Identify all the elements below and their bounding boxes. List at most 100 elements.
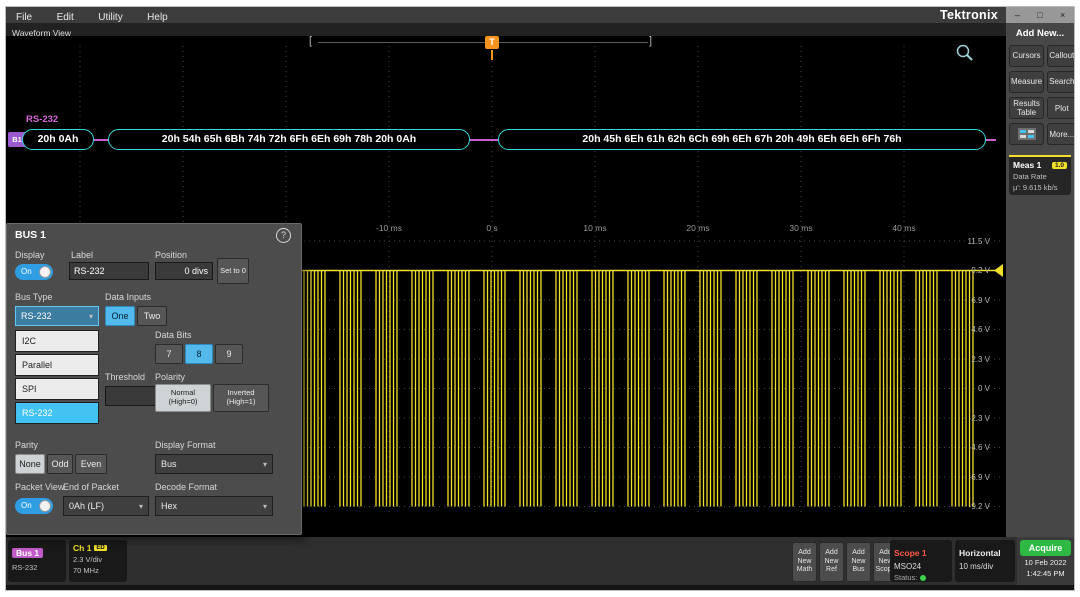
expansion-bracket-left[interactable]: [ [309,36,312,47]
parity-label: Parity [15,440,38,450]
ch1-scale: 2.3 V/div [73,555,123,564]
add-measure-button[interactable]: Measure [1009,71,1044,93]
time-label: 0 s [470,223,514,233]
expansion-line [318,42,648,43]
add-new-ref-button[interactable]: Add New Ref [819,542,844,582]
parity-odd-button[interactable]: Odd [47,454,73,474]
voltage-label: 6.9 V [944,296,990,305]
data-inputs-label: Data Inputs [105,292,151,302]
scope1-panel[interactable]: Scope 1 MSO24 Status: [890,540,952,582]
add-callout-button[interactable]: Callout [1047,45,1075,67]
voltage-label: -9.2 V [944,502,990,511]
acquire-column: Acquire 10 Feb 2022 1:42:45 PM [1017,537,1074,585]
help-icon[interactable]: ? [276,228,291,243]
add-plot-button[interactable]: Plot [1047,97,1075,119]
add-cursors-button[interactable]: Cursors [1009,45,1044,67]
position-input[interactable]: 0 divs [155,262,213,280]
decoded-packet[interactable]: 20h 45h 6Eh 61h 62h 6Ch 69h 6Eh 67h 20h … [498,129,986,150]
status-label: Status: [894,573,917,582]
bus-decode-label: RS-232 [26,114,58,125]
more-button[interactable]: More... [1047,123,1075,145]
voltage-label: 9.2 V [944,266,990,275]
bus-type-option-rs232[interactable]: RS-232 [15,402,99,424]
bus-type-dropdown[interactable]: RS-232 ▾ [15,306,99,326]
decode-format-label: Decode Format [155,482,217,492]
close-icon[interactable]: × [1060,10,1065,20]
measurement-title: Meas 1 [1013,160,1041,170]
trigger-position-icon[interactable]: T [485,36,499,49]
bottom-edge-strip [6,585,1074,590]
position-label: Position [155,250,187,260]
scope1-title: Scope 1 [894,548,927,558]
add-search-button[interactable]: Search [1047,71,1075,93]
ch1-badge[interactable]: Ch 1 ED 2.3 V/div 70 MHz [69,540,127,582]
measurement-badge[interactable]: Meas 1 1.0 Data Rate µ': 9.615 kb/s [1009,155,1071,195]
time-label-clock: 1:42:45 PM [1020,569,1071,578]
bus-type-option-parallel[interactable]: Parallel [15,354,99,376]
data-bits-9-button[interactable]: 9 [215,344,243,364]
data-bits-7-button[interactable]: 7 [155,344,183,364]
decode-format-dropdown[interactable]: Hex ▾ [155,496,273,516]
acquire-button[interactable]: Acquire [1020,540,1071,556]
end-of-packet-dropdown[interactable]: 0Ah (LF) ▾ [63,496,149,516]
horizontal-panel[interactable]: Horizontal 10 ms/div [955,540,1015,582]
polarity-inverted-button[interactable]: Inverted (High=1) [213,384,269,412]
status-ok-icon [920,575,926,581]
time-label: -10 ms [367,223,411,233]
menu-bar: File Edit Utility Help Tektronix – □ × [6,7,1074,23]
chevron-down-icon: ▾ [89,312,93,321]
horizontal-title: Horizontal [959,548,1001,558]
mask-grid-icon [1018,128,1036,140]
decoded-packet[interactable]: 20h 54h 65h 6Bh 74h 72h 6Fh 6Eh 69h 78h … [108,129,470,150]
ch1-badge-title: Ch 1 [73,543,91,553]
bus-config-dialog: BUS 1 ? Display On Label RS-232 Position… [6,223,302,535]
parity-even-button[interactable]: Even [75,454,107,474]
bus-type-option-i2c[interactable]: I2C [15,330,99,352]
toggle-knob-icon [39,266,51,278]
polarity-label: Polarity [155,372,185,382]
magnifier-icon[interactable] [956,44,974,62]
data-bits-8-button[interactable]: 8 [185,344,213,364]
display-format-label: Display Format [155,440,216,450]
voltage-label: -2.3 V [944,414,990,423]
add-new-math-button[interactable]: Add New Math [792,542,817,582]
time-label: 30 ms [779,223,823,233]
add-new-group: Add New Math Add New Ref Add New Bus Add… [792,542,898,582]
date-label: 10 Feb 2022 [1020,558,1071,567]
expansion-bracket-right[interactable]: ] [649,36,652,47]
parity-none-button[interactable]: None [15,454,45,474]
bus-type-label: Bus Type [15,292,52,302]
sidebar-title: Add New... [1009,28,1071,39]
packet-view-label: Packet View [15,482,64,492]
maximize-icon[interactable]: □ [1037,10,1042,20]
add-mask-button[interactable] [1009,123,1044,145]
toggle-knob-icon [39,500,51,512]
decoded-packet[interactable]: 20h 0Ah [22,129,94,150]
display-toggle[interactable]: On [15,264,53,280]
chevron-down-icon: ▾ [139,502,143,511]
display-label: Display [15,250,45,260]
measurement-name: Data Rate [1013,172,1067,181]
data-inputs-one-button[interactable]: One [105,306,135,326]
time-label: 10 ms [573,223,617,233]
add-new-bus-button[interactable]: Add New Bus [846,542,871,582]
end-of-packet-label: End of Packet [63,482,119,492]
voltage-label: 2.3 V [944,355,990,364]
voltage-label: -4.6 V [944,443,990,452]
voltage-label: 4.6 V [944,325,990,334]
add-results-table-button[interactable]: Results Table [1009,97,1044,119]
bus1-badge[interactable]: Bus 1 RS-232 [8,540,66,582]
set-to-zero-button[interactable]: Set to 0 [217,258,249,284]
bus-type-option-spi[interactable]: SPI [15,378,99,400]
polarity-normal-button[interactable]: Normal (High=0) [155,384,211,412]
display-format-dropdown[interactable]: Bus ▾ [155,454,273,474]
scope1-model: MSO24 [894,562,948,571]
window-controls: – □ × [1006,7,1074,23]
data-inputs-two-button[interactable]: Two [137,306,167,326]
decode-format-value: Hex [161,501,177,511]
bus-label-input[interactable]: RS-232 [69,262,149,280]
minimize-icon[interactable]: – [1015,10,1020,20]
packet-view-toggle[interactable]: On [15,498,53,514]
bus1-badge-title: Bus 1 [12,548,43,558]
tektronix-logo: Tektronix [940,8,998,22]
